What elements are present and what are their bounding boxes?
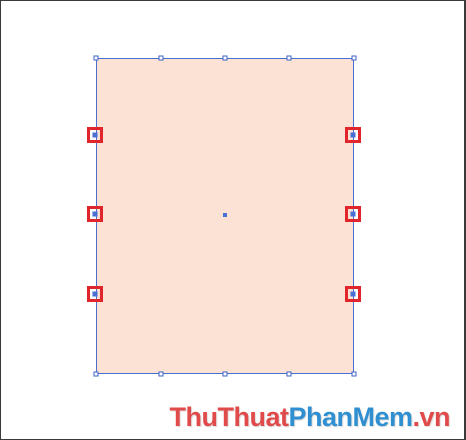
right-anchor-point-3[interactable] [350,291,356,297]
left-anchor-highlight-1[interactable] [87,127,103,143]
top-anchor-handle-3[interactable] [222,55,228,61]
bottom-anchor-handle-4[interactable] [286,371,292,377]
bottom-anchor-handle-3[interactable] [222,371,228,377]
bottom-anchor-handle-1[interactable] [93,371,99,377]
right-anchor-highlight-1[interactable] [345,127,361,143]
watermark-part-2: PhanMem [288,402,413,432]
right-anchor-highlight-3[interactable] [345,286,361,302]
bottom-anchor-handle-5[interactable] [351,371,357,377]
bottom-anchor-handle-2[interactable] [158,371,164,377]
center-point-marker [223,213,227,217]
watermark-part-3: .vn [412,402,450,432]
artboard-canvas[interactable]: ThuThuatPhanMem.vn [0,0,466,440]
right-anchor-point-2[interactable] [350,211,356,217]
top-anchor-handle-2[interactable] [158,55,164,61]
top-anchor-handle-5[interactable] [351,55,357,61]
left-anchor-highlight-2[interactable] [87,206,103,222]
top-anchor-handle-1[interactable] [93,55,99,61]
left-anchor-point-1[interactable] [92,132,98,138]
right-anchor-point-1[interactable] [350,132,356,138]
left-anchor-point-2[interactable] [92,211,98,217]
right-anchor-highlight-2[interactable] [345,206,361,222]
left-anchor-point-3[interactable] [92,291,98,297]
watermark-part-1: ThuThuat [169,402,289,432]
top-anchor-handle-4[interactable] [286,55,292,61]
left-anchor-highlight-3[interactable] [87,286,103,302]
watermark-logo: ThuThuatPhanMem.vn [169,402,450,433]
